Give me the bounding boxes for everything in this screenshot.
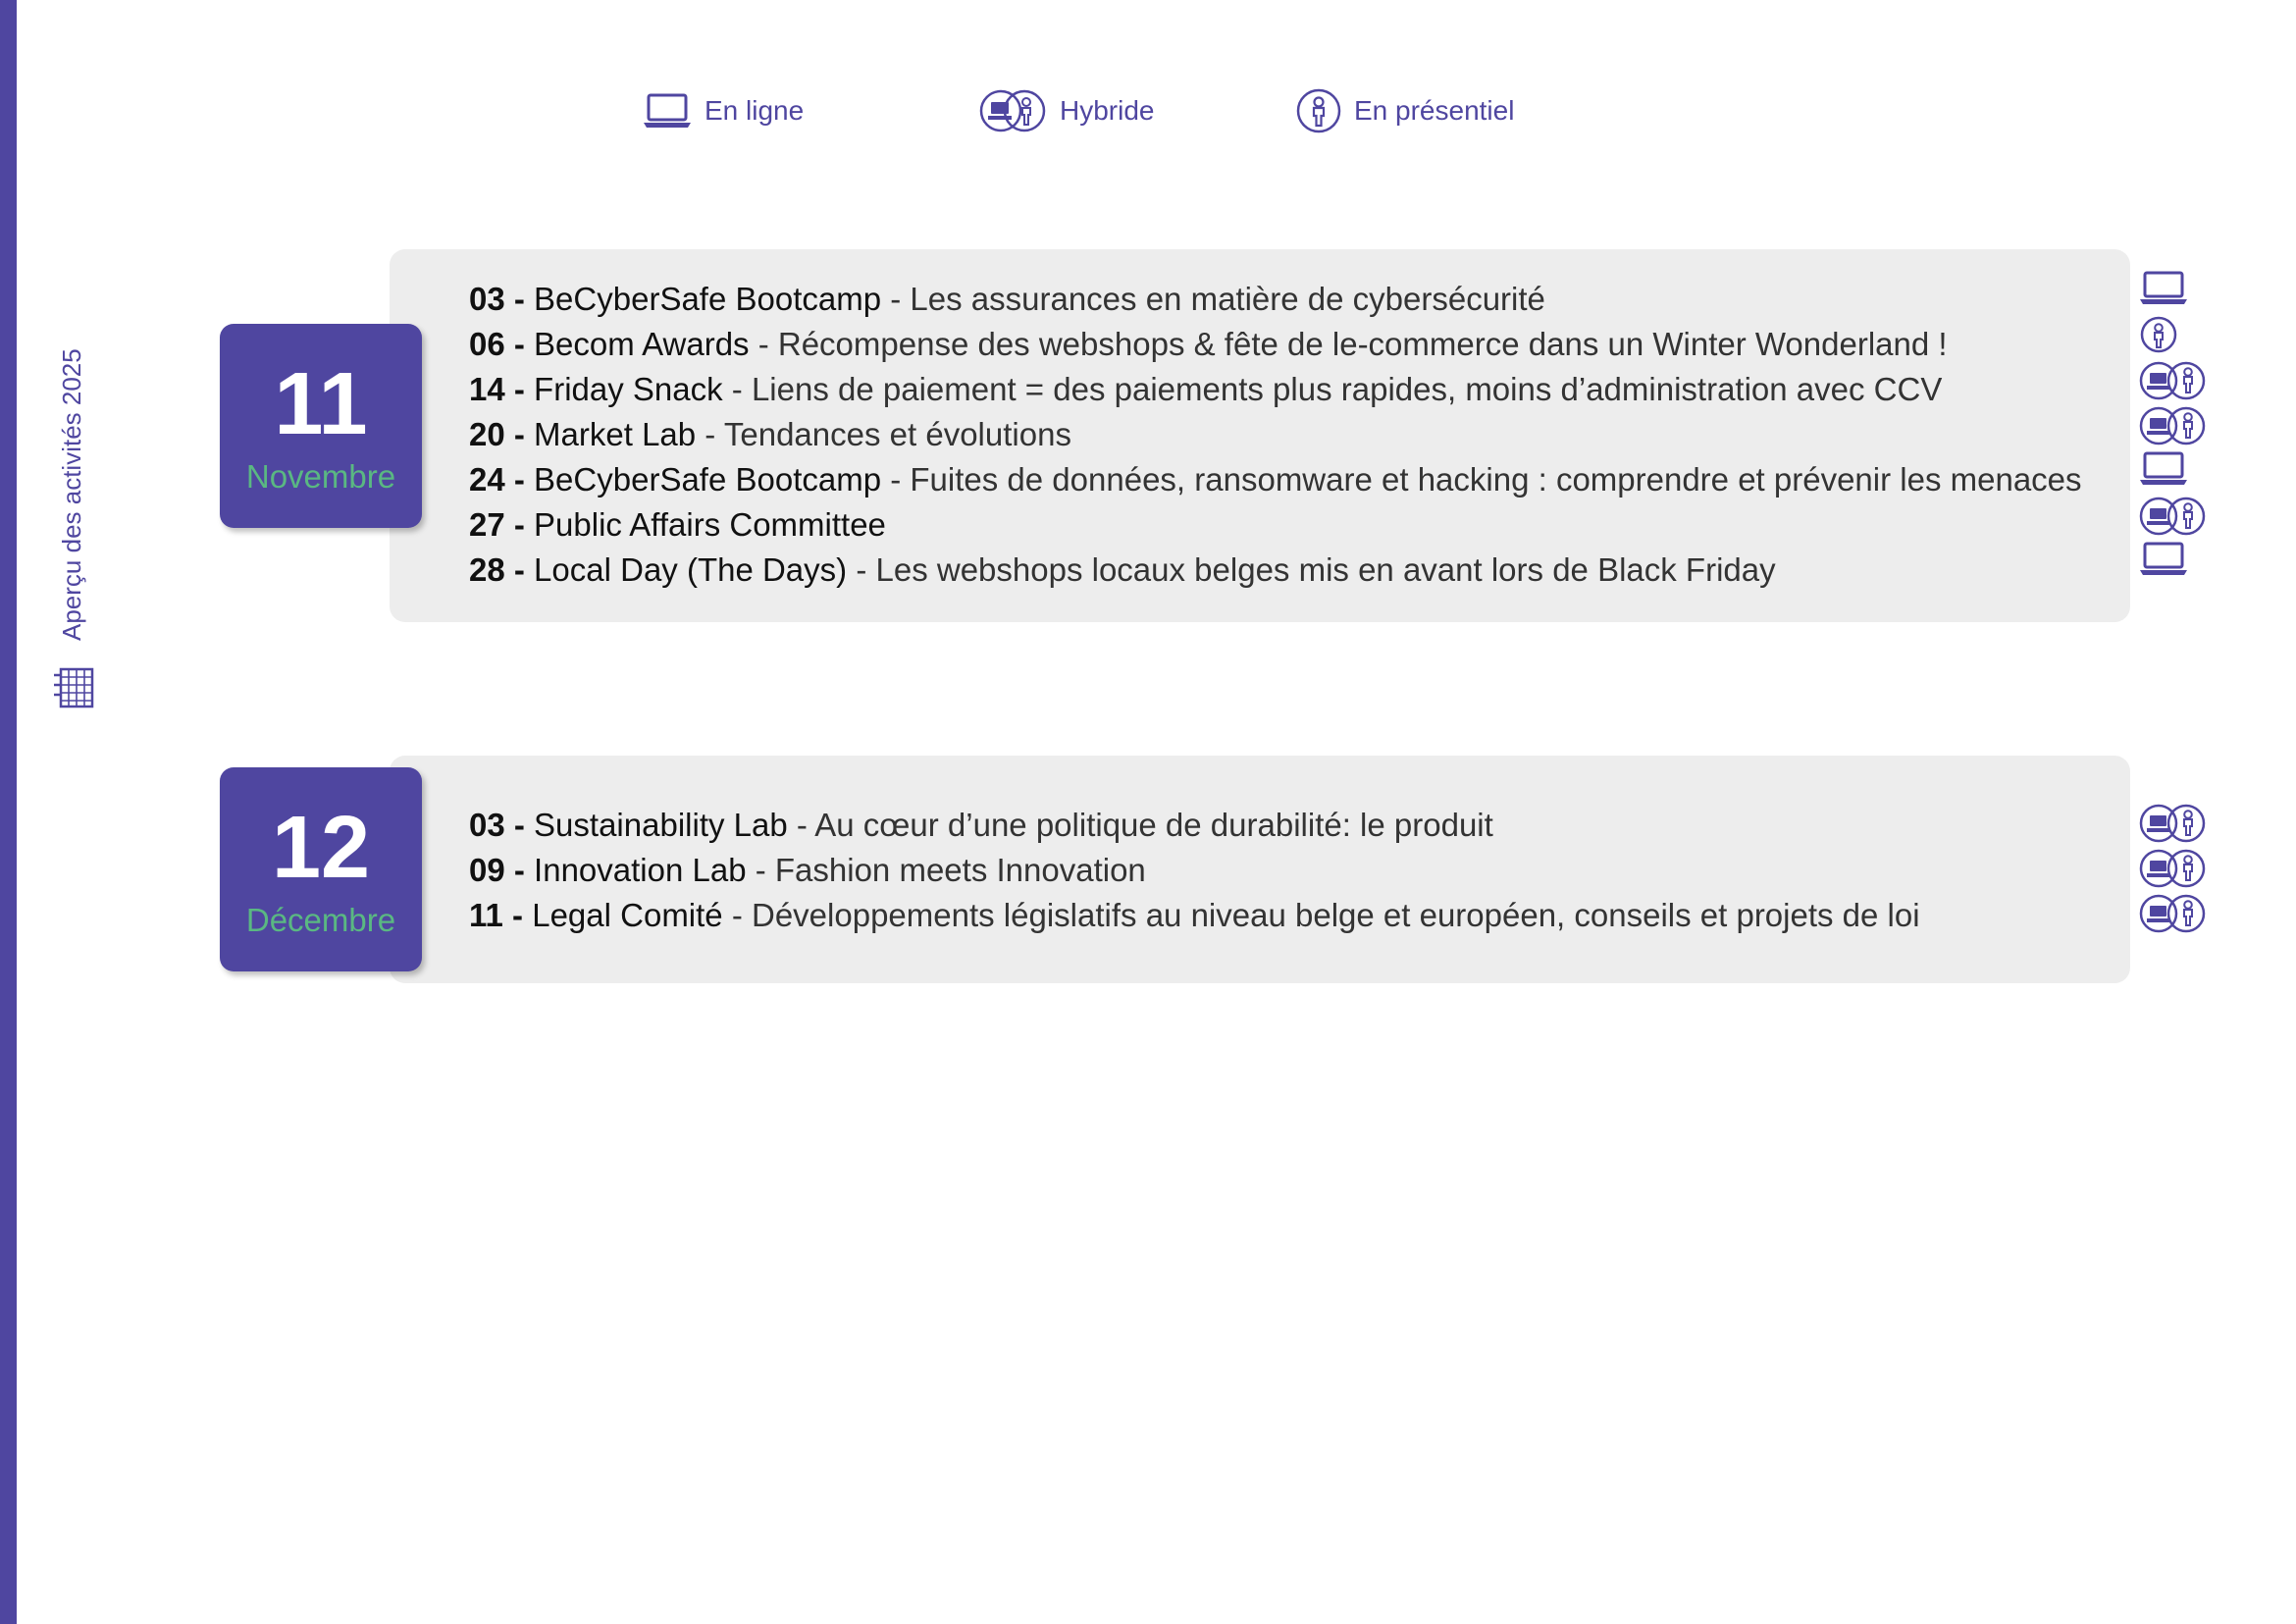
event-description: - Liens de paiement = des paiements plus…	[722, 371, 1943, 407]
sidebar: Aperçu des activités 2025	[41, 324, 110, 716]
event-day: 28 -	[469, 551, 525, 588]
legend: En ligne Hybride En présentiel	[0, 86, 2296, 135]
hybrid-icon	[2139, 894, 2206, 933]
legend-in-person: En présentiel	[1295, 86, 1514, 135]
event-description: - Développements législatifs au niveau b…	[722, 897, 1920, 933]
event-mode-cell	[2137, 402, 2216, 447]
event-title: Public Affairs Committee	[534, 506, 886, 543]
event-description: - Récompense des webshops & fête de le-c…	[749, 326, 1948, 362]
legend-online: En ligne	[642, 86, 804, 135]
event-title: BeCyberSafe Bootcamp	[534, 461, 882, 498]
laptop-icon	[2140, 542, 2187, 575]
person-icon	[2140, 316, 2177, 353]
event-list-december: 03 - Sustainability Lab - Au cœur d’une …	[469, 803, 1920, 938]
event-day: 03 -	[469, 281, 525, 317]
legend-hybrid-label: Hybride	[1060, 95, 1155, 126]
hybrid-icon	[977, 87, 1048, 134]
event-mode-cell	[2137, 267, 2216, 312]
hybrid-icon	[2139, 361, 2206, 400]
event-item: 03 - Sustainability Lab - Au cœur d’une …	[469, 803, 1920, 848]
event-item: 14 - Friday Snack - Liens de paiement = …	[469, 367, 2082, 412]
event-description: - Au cœur d’une politique de durabilité:…	[787, 807, 1493, 843]
event-title: Becom Awards	[534, 326, 750, 362]
legend-hybrid: Hybride	[977, 86, 1154, 135]
month-number: 12	[271, 799, 371, 897]
event-mode-cell	[2137, 447, 2216, 493]
date-box-november: 11 Novembre	[220, 324, 422, 528]
laptop-icon	[2140, 451, 2187, 485]
event-item: 09 - Innovation Lab - Fashion meets Inno…	[469, 848, 1920, 893]
event-title: Legal Comité	[532, 897, 723, 933]
event-title: Friday Snack	[534, 371, 723, 407]
legend-in-person-label: En présentiel	[1354, 95, 1515, 126]
event-day: 14 -	[469, 371, 525, 407]
event-mode-cell	[2137, 538, 2216, 583]
legend-online-label: En ligne	[704, 95, 805, 126]
event-item: 27 - Public Affairs Committee	[469, 502, 2082, 548]
laptop-icon	[2140, 271, 2187, 304]
person-icon	[1295, 87, 1342, 134]
event-day: 03 -	[469, 807, 525, 843]
month-name: Novembre	[245, 458, 396, 495]
event-mode-cell	[2137, 312, 2216, 357]
date-box-december: 12 Décembre	[220, 767, 422, 971]
sidebar-title: Aperçu des activités 2025	[57, 348, 86, 641]
event-description: - Les assurances en matière de cybersécu…	[881, 281, 1545, 317]
event-title: Sustainability Lab	[534, 807, 788, 843]
event-description: - Fashion meets Innovation	[746, 852, 1146, 888]
calendar-grid-icon	[54, 667, 94, 708]
event-description: - Les webshops locaux belges mis en avan…	[847, 551, 1776, 588]
event-description: - Tendances et évolutions	[696, 416, 1071, 452]
hybrid-icon	[2139, 497, 2206, 536]
left-accent-bar	[0, 0, 17, 1624]
event-item: 28 - Local Day (The Days) - Les webshops…	[469, 548, 2082, 593]
event-mode-cell	[2137, 800, 2216, 845]
event-item: 03 - BeCyberSafe Bootcamp - Les assuranc…	[469, 277, 2082, 322]
event-title: BeCyberSafe Bootcamp	[534, 281, 882, 317]
month-name: Décembre	[245, 902, 396, 938]
event-day: 09 -	[469, 852, 525, 888]
event-day: 27 -	[469, 506, 525, 543]
event-mode-cell	[2137, 890, 2216, 935]
event-mode-cell	[2137, 357, 2216, 402]
hybrid-icon	[2139, 406, 2206, 445]
mode-icons-december	[2137, 800, 2216, 935]
event-day: 11 -	[469, 897, 524, 933]
event-item: 11 - Legal Comité - Développements légis…	[469, 893, 1920, 938]
event-description: - Fuites de données, ransomware et hacki…	[881, 461, 2082, 498]
event-mode-cell	[2137, 493, 2216, 538]
hybrid-icon	[2139, 804, 2206, 843]
event-title: Local Day (The Days)	[534, 551, 848, 588]
event-mode-cell	[2137, 845, 2216, 890]
event-day: 06 -	[469, 326, 525, 362]
hybrid-icon	[2139, 849, 2206, 888]
event-item: 20 - Market Lab - Tendances et évolution…	[469, 412, 2082, 457]
event-list-november: 03 - BeCyberSafe Bootcamp - Les assuranc…	[469, 277, 2082, 593]
event-title: Innovation Lab	[534, 852, 747, 888]
event-day: 24 -	[469, 461, 525, 498]
event-title: Market Lab	[534, 416, 697, 452]
event-item: 06 - Becom Awards - Récompense des websh…	[469, 322, 2082, 367]
mode-icons-november	[2137, 267, 2216, 583]
event-day: 20 -	[469, 416, 525, 452]
laptop-icon	[642, 92, 693, 130]
event-item: 24 - BeCyberSafe Bootcamp - Fuites de do…	[469, 457, 2082, 502]
month-number: 11	[274, 355, 368, 453]
